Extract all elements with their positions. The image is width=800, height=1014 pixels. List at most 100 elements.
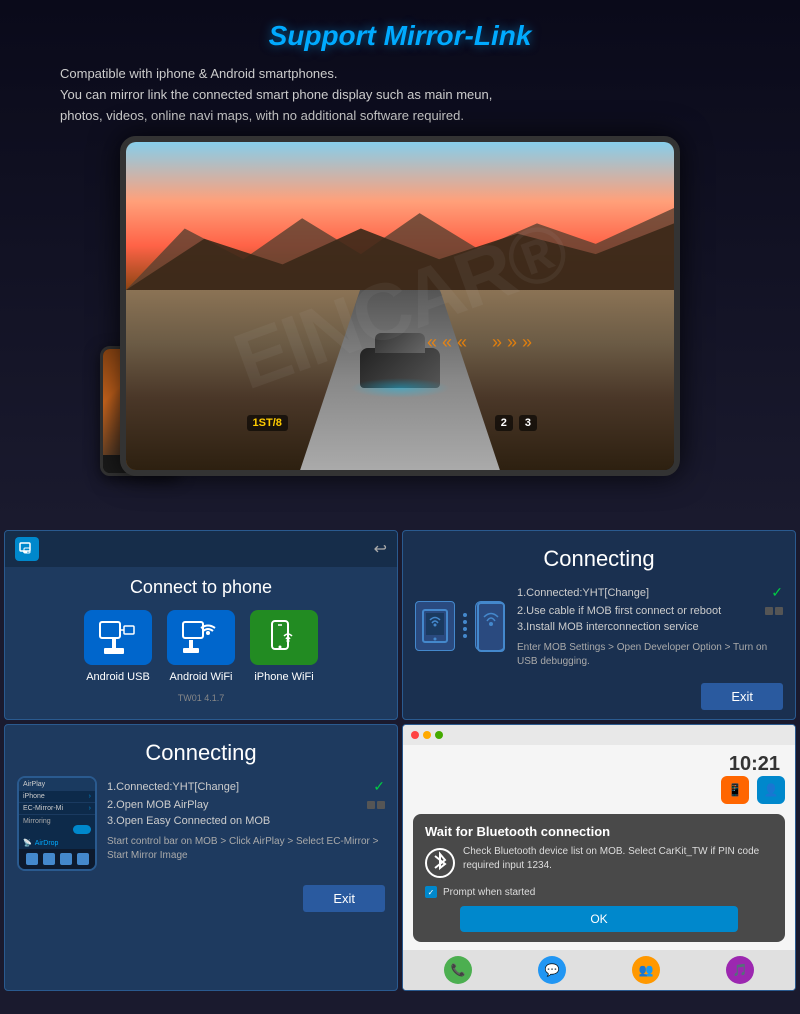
- connecting-airplay-title: Connecting: [5, 725, 397, 776]
- bt-checkbox-row: ✓ Prompt when started: [425, 886, 773, 898]
- airplay-mirroring-label: Mirroring: [19, 815, 95, 837]
- race-badges: 2 3: [495, 415, 537, 431]
- car-glow: [350, 378, 450, 398]
- bt-bottom-icons: 📞 💬 👥 🎵: [403, 950, 795, 990]
- airplay-instructions: Start control bar on MOB > Click AirPlay…: [107, 835, 385, 863]
- phone-device-icon: [475, 601, 505, 651]
- version-label: TW01 4.1.7: [5, 693, 397, 709]
- exit-button-android[interactable]: Exit: [701, 683, 783, 710]
- connection-dots: [459, 613, 471, 638]
- android-wifi-label: Android WiFi: [170, 671, 233, 683]
- airplay-icon-2: [43, 853, 55, 865]
- conn-step-2: 2.Use cable if MOB first connect or rebo…: [517, 603, 783, 619]
- airplay-row-iphone: iPhone ›: [19, 791, 95, 803]
- connect-title: Connect to phone: [5, 567, 397, 610]
- sq-a2: [377, 801, 385, 809]
- phone-svg: [476, 602, 506, 652]
- race-badge-3rd: 3: [519, 415, 537, 431]
- mirror-icon: [15, 537, 39, 561]
- svg-text:« « «: « « «: [427, 332, 467, 352]
- bt-icon-circle: [425, 848, 455, 878]
- mountains-svg: [126, 208, 674, 290]
- android-usb-label: Android USB: [86, 671, 150, 683]
- android-wifi-icon-box: [167, 610, 235, 665]
- back-button[interactable]: ↩: [374, 539, 387, 559]
- airplay-row-ec-mirror: EC-Mirror-Mi ›: [19, 803, 95, 815]
- bt-modal-text: Check Bluetooth device list on MOB. Sele…: [463, 845, 773, 873]
- airplay-device-name: AirDrop: [35, 840, 59, 847]
- bt-message-icon[interactable]: 💬: [538, 956, 566, 984]
- airplay-step-1-text: 1.Connected:YHT[Change]: [107, 781, 239, 793]
- sq1: [765, 607, 773, 615]
- iphone-wifi-option[interactable]: iPhone WiFi: [250, 610, 318, 683]
- top-section: Support Mirror-Link Compatible with ipho…: [0, 0, 800, 526]
- conn-squares: [765, 607, 783, 615]
- arrow-indicators: « « « » » »: [427, 326, 547, 356]
- exit-button-airplay[interactable]: Exit: [303, 885, 385, 912]
- airplay-step-3-text: 3.Open Easy Connected on MOB: [107, 815, 270, 827]
- conn-dot-4: [463, 634, 467, 638]
- bt-modal-body: Check Bluetooth device list on MOB. Sele…: [425, 845, 773, 878]
- conn-step-3-text: 3.Install MOB interconnection service: [517, 621, 699, 633]
- contacts-icon[interactable]: 👤: [757, 776, 785, 804]
- airplay-content: AirPlay iPhone › EC-Mirror-Mi › Mirrorin…: [5, 776, 397, 881]
- maximize-dot[interactable]: [435, 731, 443, 739]
- conn-dot-3: [463, 627, 467, 631]
- clearfix: Exit: [403, 679, 795, 718]
- bt-contacts-icon[interactable]: 👥: [632, 956, 660, 984]
- svg-text:» » »: » » »: [492, 332, 532, 352]
- connect-to-phone-panel: ↩ Connect to phone Android USB: [4, 530, 398, 720]
- bt-phone-icon[interactable]: 📞: [444, 956, 472, 984]
- connecting-android-title: Connecting: [403, 531, 795, 582]
- description: Compatible with iphone & Android smartph…: [40, 64, 760, 126]
- conn-step-2-text: 2.Use cable if MOB first connect or rebo…: [517, 605, 721, 617]
- desc-line1: Compatible with iphone & Android smartph…: [60, 66, 338, 81]
- sq2: [775, 607, 783, 615]
- bt-music-icon[interactable]: 🎵: [726, 956, 754, 984]
- display-screen: « « « » » » 1ST/8 2 3 EINCAR®: [126, 142, 674, 470]
- conn-step-1: 1.Connected:YHT[Change] ✓: [517, 582, 783, 603]
- connection-icon-area: [415, 582, 505, 669]
- android-wifi-option[interactable]: Android WiFi: [167, 610, 235, 683]
- iphone-wifi-label: iPhone WiFi: [254, 671, 313, 683]
- minimize-dot[interactable]: [423, 731, 431, 739]
- bluetooth-modal: Wait for Bluetooth connection Check Blue…: [413, 814, 785, 942]
- airplay-icon-4: [77, 853, 89, 865]
- airplay-mirroring-toggle[interactable]: [73, 825, 91, 834]
- android-usb-icon: [98, 620, 138, 656]
- airplay-step-1: 1.Connected:YHT[Change] ✓: [107, 776, 385, 797]
- connecting-body: 1.Connected:YHT[Change] ✓ 2.Use cable if…: [403, 582, 795, 679]
- bottom-panels: ↩ Connect to phone Android USB: [0, 526, 800, 995]
- desc-line2: You can mirror link the connected smart …: [60, 87, 492, 102]
- airplay-check: ✓: [373, 778, 385, 795]
- conn-step-3: 3.Install MOB interconnection service: [517, 619, 783, 635]
- bt-ok-button[interactable]: OK: [460, 906, 738, 932]
- airplay-ec-label: EC-Mirror-Mi: [23, 805, 63, 812]
- bt-time-display: 10:21: [403, 745, 795, 776]
- panel-header: ↩: [5, 531, 397, 567]
- airplay-phone-header: AirPlay: [19, 778, 95, 791]
- airplay-bottom-bar: [19, 849, 95, 869]
- close-dot[interactable]: [411, 731, 419, 739]
- android-wifi-icon: [181, 620, 221, 656]
- tablet-svg: [421, 608, 449, 644]
- car-display-unit: ⏻ ⌂ ℹ ◄ ◄ Reset 🎤: [120, 136, 680, 476]
- iphone-wifi-icon: [264, 620, 304, 656]
- phone-icon[interactable]: 📱: [721, 776, 749, 804]
- bluetooth-panel: 10:21 📱 👤 Wait for Bluetooth connection …: [402, 724, 796, 991]
- bt-checkbox[interactable]: ✓: [425, 886, 437, 898]
- connecting-android-panel: Connecting: [402, 530, 796, 720]
- tablet-device-icon: [415, 601, 455, 651]
- airplay-info: 1.Connected:YHT[Change] ✓ 2.Open MOB Air…: [107, 776, 385, 871]
- sq-a1: [367, 801, 375, 809]
- bluetooth-icon: [427, 850, 453, 876]
- airplay-step-3: 3.Open Easy Connected on MOB: [107, 813, 385, 829]
- airplay-icon-1: [26, 853, 38, 865]
- race-badge-1st: 1ST/8: [247, 415, 288, 431]
- airplay-header-label: AirPlay: [23, 781, 45, 788]
- conn-description: Enter MOB Settings > Open Developer Opti…: [517, 641, 783, 669]
- conn-dot-1: [463, 613, 467, 617]
- airplay-clearfix: Exit: [5, 881, 397, 920]
- window-control-dots: [403, 725, 795, 745]
- android-usb-option[interactable]: Android USB: [84, 610, 152, 683]
